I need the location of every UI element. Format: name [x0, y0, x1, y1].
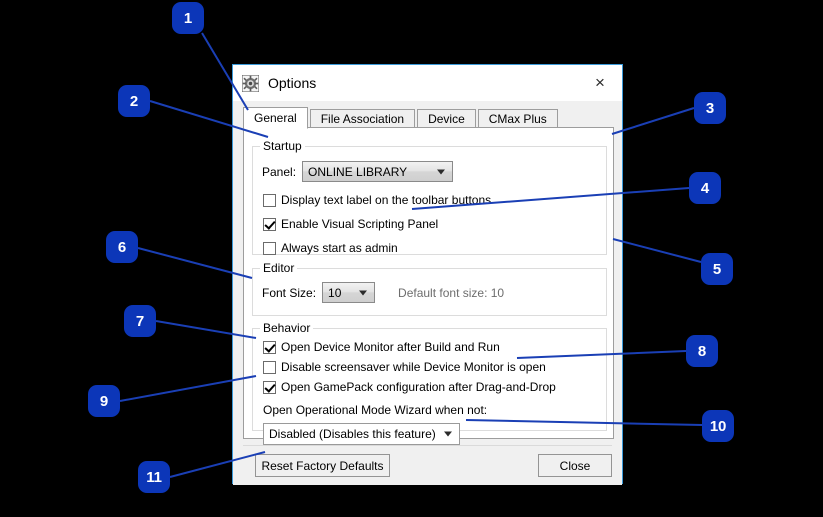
annotation-badge-6: 6	[106, 231, 138, 263]
wizard-select[interactable]: Disabled (Disables this feature)	[263, 423, 460, 445]
behavior-group-label: Behavior	[260, 321, 314, 335]
annotation-badge-3: 3	[694, 92, 726, 124]
checkbox-open-device-monitor-box[interactable]	[263, 340, 276, 354]
checkbox-enable-visual-scripting-box[interactable]	[263, 217, 276, 231]
wizard-label: Open Operational Mode Wizard when not:	[263, 403, 488, 417]
annotation-badge-2: 2	[118, 85, 150, 117]
behavior-group: Behavior Open Device Monitor after Build…	[252, 321, 607, 445]
panel-label: Panel:	[262, 164, 297, 179]
panel-row: Panel: ONLINE LIBRARY	[262, 161, 454, 182]
chevron-down-icon	[444, 431, 452, 437]
annotation-badge-9: 9	[88, 385, 120, 417]
tab-strip: General File Association Device CMax Plu…	[243, 106, 612, 129]
annotation-badge-11: 11	[138, 461, 170, 493]
annotation-badge-8: 8	[686, 335, 718, 367]
annotation-line-5	[612, 238, 702, 263]
checkbox-disable-screensaver-text: Disable screensaver while Device Monitor…	[281, 360, 546, 374]
checkbox-enable-visual-scripting[interactable]: Enable Visual Scripting Panel	[263, 217, 438, 231]
panel-select-value: ONLINE LIBRARY	[308, 164, 408, 179]
close-icon[interactable]: ×	[578, 65, 622, 101]
checkbox-disable-screensaver-box[interactable]	[263, 360, 276, 374]
dialog-titlebar: Options ×	[233, 65, 622, 101]
annotation-badge-4: 4	[689, 172, 721, 204]
annotation-badge-1: 1	[172, 2, 204, 34]
tab-general[interactable]: General	[243, 107, 308, 129]
font-size-row: Font Size: 10 Default font size: 10	[262, 282, 504, 303]
checkbox-display-text-label-box[interactable]	[263, 193, 276, 207]
gear-icon	[242, 74, 259, 92]
checkbox-enable-visual-scripting-text: Enable Visual Scripting Panel	[281, 217, 439, 231]
close-button[interactable]: Close	[538, 454, 612, 477]
font-size-select-value: 10	[328, 285, 342, 300]
tab-file-association[interactable]: File Association	[309, 109, 416, 129]
wizard-select-value: Disabled (Disables this feature)	[269, 427, 436, 441]
options-dialog: Options × General File Association Devic…	[232, 64, 623, 485]
checkbox-always-start-as-admin-box[interactable]	[263, 241, 276, 255]
checkbox-always-start-as-admin[interactable]: Always start as admin	[263, 241, 398, 255]
reset-factory-defaults-button[interactable]: Reset Factory Defaults	[255, 454, 390, 477]
checkbox-open-device-monitor[interactable]: Open Device Monitor after Build and Run	[263, 340, 500, 354]
checkbox-display-text-label[interactable]: Display text label on the toolbar button…	[263, 193, 491, 207]
panel-select[interactable]: ONLINE LIBRARY	[302, 161, 454, 182]
checkbox-open-gamepack-config-text: Open GamePack configuration after Drag-a…	[281, 380, 556, 394]
font-size-label: Font Size:	[262, 285, 317, 300]
annotation-badge-10: 10	[702, 410, 734, 442]
wizard-label-row: Open Operational Mode Wizard when not:	[263, 403, 487, 417]
checkbox-open-gamepack-config-box[interactable]	[263, 380, 276, 394]
editor-group-label: Editor	[260, 261, 298, 275]
annotation-badge-7: 7	[124, 305, 156, 337]
dialog-client-area: General File Association Device CMax Plu…	[233, 101, 622, 485]
editor-group: Editor Font Size: 10 Default font size: …	[252, 261, 607, 316]
tab-panel-general: Startup Panel: ONLINE LIBRARY Display te…	[243, 127, 614, 445]
checkbox-always-start-as-admin-text: Always start as admin	[281, 241, 398, 255]
checkbox-disable-screensaver[interactable]: Disable screensaver while Device Monitor…	[263, 360, 546, 374]
startup-group-label: Startup	[260, 139, 305, 153]
checkbox-display-text-label-text: Display text label on the toolbar button…	[281, 193, 492, 207]
annotation-badge-5: 5	[701, 253, 733, 285]
footer-divider	[243, 445, 612, 446]
chevron-down-icon	[359, 290, 368, 295]
annotation-line-3	[611, 107, 695, 135]
tab-device[interactable]: Device	[417, 109, 476, 129]
checkbox-open-gamepack-config[interactable]: Open GamePack configuration after Drag-a…	[263, 380, 556, 394]
default-font-size-note: Default font size: 10	[398, 285, 505, 300]
checkbox-open-device-monitor-text: Open Device Monitor after Build and Run	[281, 340, 500, 354]
tab-cmax-plus[interactable]: CMax Plus	[477, 109, 558, 129]
font-size-select[interactable]: 10	[322, 282, 376, 303]
dialog-title: Options	[268, 75, 317, 91]
chevron-down-icon	[437, 169, 446, 174]
startup-group: Startup Panel: ONLINE LIBRARY Display te…	[252, 139, 607, 255]
